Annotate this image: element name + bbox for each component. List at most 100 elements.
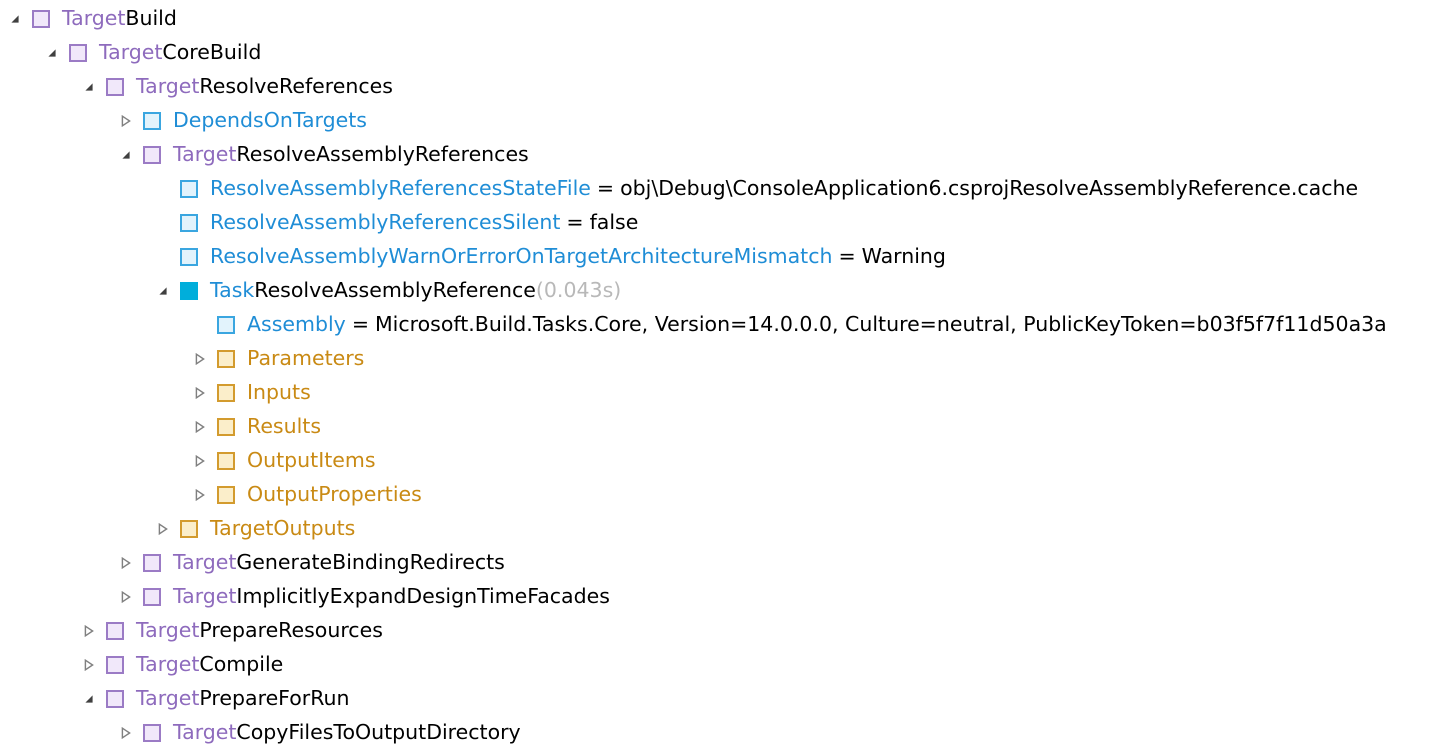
target-icon (143, 588, 161, 606)
tree-node-assembly[interactable]: Assembly = Microsoft.Build.Tasks.Core, V… (4, 308, 1449, 342)
expand-icon[interactable] (78, 654, 100, 676)
tree-node-sibling-0[interactable]: Target GenerateBindingRedirects (4, 546, 1449, 580)
property-key: ResolveAssemblyReferencesSilent (210, 206, 560, 240)
task-icon (180, 282, 198, 300)
target-icon (143, 146, 161, 164)
folder-label: Parameters (247, 342, 364, 376)
task-label: Task (210, 274, 254, 308)
target-label: Target (99, 36, 162, 70)
target-label: Target (136, 70, 199, 104)
tree-node-prop-1[interactable]: ResolveAssemblyReferencesSilent = false (4, 206, 1449, 240)
tree-node-corebuild[interactable]: Target CoreBuild (4, 36, 1449, 70)
folder-label: Inputs (247, 376, 311, 410)
folder-label: TargetOutputs (210, 512, 355, 546)
tree-node-prop-2[interactable]: ResolveAssemblyWarnOrErrorOnTargetArchit… (4, 240, 1449, 274)
tree-node-resolverefs[interactable]: Target ResolveReferences (4, 70, 1449, 104)
tree-node-build[interactable]: Target Build (4, 2, 1449, 36)
tree-node-taskfolder-3[interactable]: OutputItems (4, 444, 1449, 478)
tree-node-outputs[interactable]: TargetOutputs (4, 512, 1449, 546)
expand-icon[interactable] (115, 586, 137, 608)
target-icon (69, 44, 87, 62)
expand-icon[interactable] (189, 416, 211, 438)
folder-icon (143, 112, 161, 130)
tree-node-rar[interactable]: Target ResolveAssemblyReferences (4, 138, 1449, 172)
expand-icon[interactable] (189, 450, 211, 472)
expand-icon[interactable] (189, 484, 211, 506)
folder-icon (217, 452, 235, 470)
property-icon (180, 180, 198, 198)
property-value: Warning (862, 240, 946, 274)
target-label: Target (173, 546, 236, 580)
collapse-icon[interactable] (4, 8, 26, 30)
property-icon (217, 316, 235, 334)
target-icon (106, 622, 124, 640)
expand-icon[interactable] (115, 110, 137, 132)
folder-label: OutputProperties (247, 478, 422, 512)
assembly-value: Microsoft.Build.Tasks.Core, Version=14.0… (375, 308, 1387, 342)
target-icon (143, 554, 161, 572)
target-name: PrepareForRun (199, 682, 349, 716)
collapse-icon[interactable] (152, 280, 174, 302)
folder-icon (217, 384, 235, 402)
expand-icon[interactable] (78, 620, 100, 642)
expand-icon[interactable] (189, 348, 211, 370)
collapse-icon[interactable] (41, 42, 63, 64)
assembly-label: Assembly (247, 308, 346, 342)
target-icon (106, 656, 124, 674)
target-label: Target (136, 682, 199, 716)
tree-node-taskfolder-2[interactable]: Results (4, 410, 1449, 444)
collapse-icon[interactable] (115, 144, 137, 166)
expand-icon[interactable] (115, 722, 137, 744)
folder-icon (217, 486, 235, 504)
expand-icon[interactable] (115, 552, 137, 574)
target-label: Target (136, 648, 199, 682)
tree-node-taskfolder-1[interactable]: Inputs (4, 376, 1449, 410)
target-name: CopyFilesToOutputDirectory (236, 716, 520, 750)
property-value: obj\Debug\ConsoleApplication6.csprojReso… (620, 172, 1358, 206)
property-icon (180, 248, 198, 266)
target-name: ResolveReferences (199, 70, 393, 104)
expand-icon[interactable] (152, 518, 174, 540)
tree-node-cbgrand-3-0[interactable]: Target CopyFilesToOutputDirectory (4, 716, 1449, 750)
folder-label: OutputItems (247, 444, 376, 478)
spacer (152, 246, 174, 268)
folder-label: DependsOnTargets (173, 104, 367, 138)
spacer (189, 314, 211, 336)
tree-node-cbchild-2[interactable]: Target Compile (4, 648, 1449, 682)
target-name: PrepareResources (199, 614, 382, 648)
tree-node-sibling-1[interactable]: Target ImplicitlyExpandDesignTimeFacades (4, 580, 1449, 614)
collapse-icon[interactable] (78, 688, 100, 710)
tree-node-dependson[interactable]: DependsOnTargets (4, 104, 1449, 138)
build-tree: Target Build Target CoreBuild Target Res… (4, 2, 1449, 750)
target-label: Target (173, 138, 236, 172)
collapse-icon[interactable] (78, 76, 100, 98)
property-icon (180, 214, 198, 232)
spacer (152, 178, 174, 200)
target-name: ResolveAssemblyReferences (236, 138, 528, 172)
tree-node-task[interactable]: Task ResolveAssemblyReference (0.043s) (4, 274, 1449, 308)
target-icon (106, 690, 124, 708)
target-name: CoreBuild (162, 36, 261, 70)
target-label: Target (173, 580, 236, 614)
target-name: ImplicitlyExpandDesignTimeFacades (236, 580, 609, 614)
folder-label: Results (247, 410, 321, 444)
target-label: Target (173, 716, 236, 750)
target-icon (32, 10, 50, 28)
tree-node-cbchild-1[interactable]: Target PrepareResources (4, 614, 1449, 648)
target-label: Target (136, 614, 199, 648)
property-key: ResolveAssemblyReferencesStateFile (210, 172, 591, 206)
tree-node-taskfolder-0[interactable]: Parameters (4, 342, 1449, 376)
tree-node-cbchild-3[interactable]: Target PrepareForRun (4, 682, 1449, 716)
target-name: GenerateBindingRedirects (236, 546, 504, 580)
folder-icon (180, 520, 198, 538)
target-icon (143, 724, 161, 742)
target-label: Target (62, 2, 125, 36)
target-name: Compile (199, 648, 283, 682)
tree-node-taskfolder-4[interactable]: OutputProperties (4, 478, 1449, 512)
expand-icon[interactable] (189, 382, 211, 404)
tree-node-prop-0[interactable]: ResolveAssemblyReferencesStateFile = obj… (4, 172, 1449, 206)
property-key: ResolveAssemblyWarnOrErrorOnTargetArchit… (210, 240, 832, 274)
task-time: (0.043s) (536, 274, 621, 308)
folder-icon (217, 350, 235, 368)
target-icon (106, 78, 124, 96)
